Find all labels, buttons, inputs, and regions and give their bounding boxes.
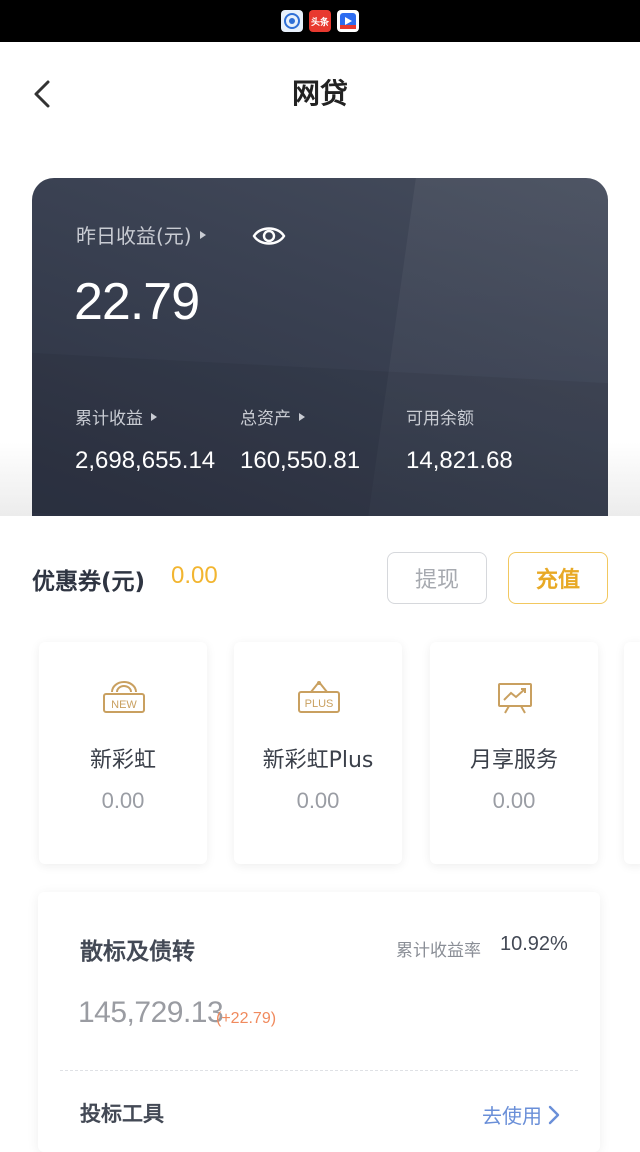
status-bar: 头条: [0, 0, 640, 42]
cumulative-rate-label: 累计收益率: [396, 941, 481, 961]
toutiao-icon: 头条: [309, 10, 331, 32]
app-icon-1: [281, 10, 303, 32]
product-value: 0.00: [101, 788, 145, 813]
stat-available-balance-label: 可用余额: [406, 409, 474, 429]
plus-badge-text: PLUS: [305, 698, 334, 710]
new-badge-icon: NEW: [103, 681, 145, 713]
stat-available-balance: 可用余额 14,821.68: [406, 404, 513, 475]
divider: [60, 1070, 578, 1071]
chart-trend-icon: [498, 683, 532, 714]
bid-tool-label: 投标工具: [80, 1102, 164, 1126]
chevron-right-icon: [548, 1105, 560, 1124]
product-card-monthly-service[interactable]: 月享服务 0.00: [430, 642, 598, 864]
recharge-button[interactable]: 充值: [508, 552, 608, 604]
product-value: 0.00: [296, 788, 340, 813]
loan-section-title: 散标及债转: [80, 939, 195, 965]
yesterday-earnings-label[interactable]: 昨日收益(元): [76, 220, 206, 249]
plus-sign-icon: PLUS: [298, 681, 340, 713]
product-card-new-rainbow[interactable]: NEW 新彩虹 0.00: [39, 642, 207, 864]
product-card-partial[interactable]: [624, 642, 640, 864]
cumulative-rate-value: 10.92%: [500, 933, 568, 955]
eye-icon: [252, 227, 286, 245]
product-name: 新彩虹Plus: [262, 748, 374, 773]
coupon-label: 优惠券(元): [32, 569, 146, 595]
caret-right-icon: [151, 412, 157, 421]
loan-amount-delta: (+22.79): [216, 1010, 277, 1027]
page-title: 网贷: [291, 77, 348, 110]
caret-right-icon: [299, 412, 305, 421]
nav-bar: 网贷: [0, 42, 640, 146]
withdraw-button[interactable]: 提现: [387, 552, 487, 604]
stat-total-assets[interactable]: 总资产 160,550.81: [240, 404, 360, 475]
stat-total-assets-label: 总资产: [240, 409, 291, 429]
use-tool-link-text: 去使用: [482, 1104, 542, 1128]
product-value: 0.00: [492, 788, 536, 813]
product-name: 月享服务: [469, 748, 558, 773]
stat-cumulative[interactable]: 累计收益 2,698,655.14: [75, 404, 215, 475]
product-name: 新彩虹: [89, 748, 156, 773]
coupon-value: 0.00: [171, 562, 218, 589]
video-app-icon: [337, 10, 359, 32]
stat-total-assets-value: 160,550.81: [240, 447, 361, 474]
stat-available-balance-value: 14,821.68: [406, 447, 513, 474]
stat-cumulative-label: 累计收益: [75, 409, 143, 429]
earnings-card: 昨日收益(元) 22.79 累计收益 2,698,655.14 总资产 160,…: [32, 178, 608, 518]
use-tool-link[interactable]: 去使用: [482, 1100, 560, 1129]
new-badge-text: NEW: [111, 699, 137, 711]
toutiao-icon-text: 头条: [310, 17, 329, 28]
loan-amount: 145,729.13: [78, 996, 224, 1029]
stat-cumulative-value: 2,698,655.14: [75, 447, 216, 474]
caret-right-icon: [199, 230, 206, 239]
visibility-toggle[interactable]: [252, 222, 286, 250]
product-card-new-rainbow-plus[interactable]: PLUS 新彩虹Plus 0.00: [234, 642, 402, 864]
loan-section-card: 散标及债转 累计收益率 10.92% 145,729.13 (+22.79) 投…: [38, 892, 600, 1152]
yesterday-earnings-value: 22.79: [74, 273, 200, 331]
yesterday-earnings-label-text: 昨日收益(元): [76, 224, 192, 248]
